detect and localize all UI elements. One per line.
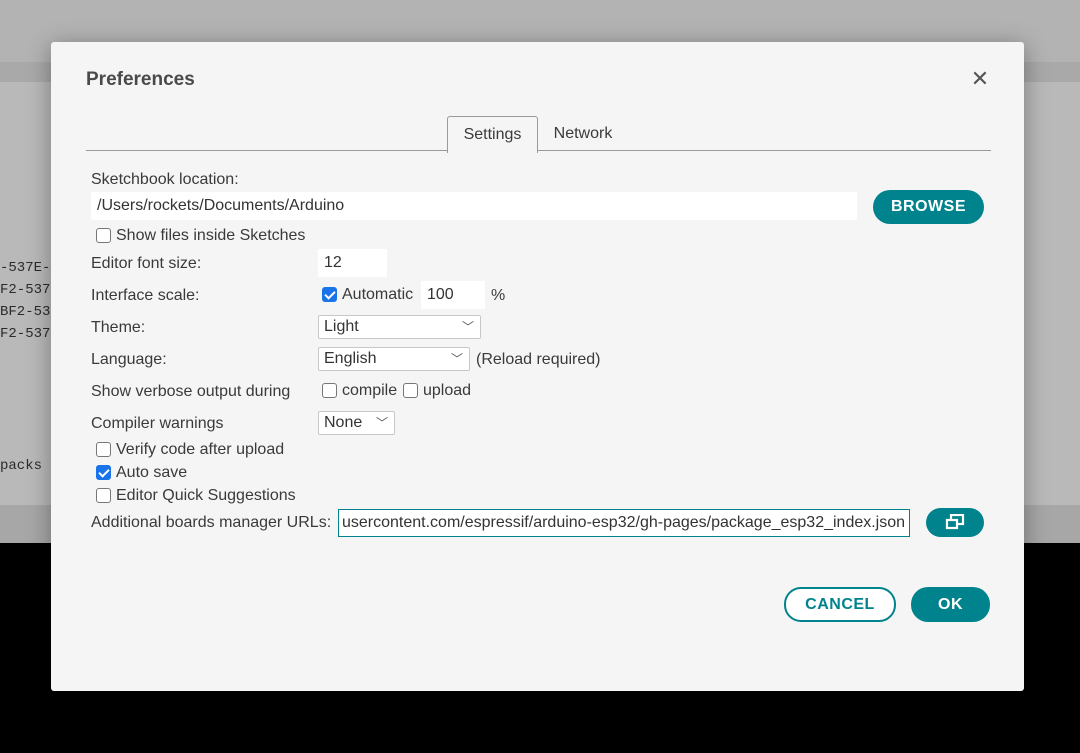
theme-label: Theme: <box>91 319 146 336</box>
chevron-down-icon: ﹀ <box>461 320 474 334</box>
reload-note: (Reload required) <box>476 351 601 368</box>
automatic-scale-label: Automatic <box>342 286 414 303</box>
font-size-input[interactable]: 12 <box>318 249 387 277</box>
interface-scale-label: Interface scale: <box>91 287 200 304</box>
boards-urls-value: usercontent.com/espressif/arduino-esp32/… <box>342 514 906 531</box>
open-window-icon <box>945 513 965 530</box>
language-select-value: English <box>324 350 377 367</box>
auto-save-label: Auto save <box>116 464 188 481</box>
verbose-label: Show verbose output during <box>91 383 291 400</box>
chevron-down-icon: ﹀ <box>450 352 463 366</box>
bg-text-line: F2-537 <box>0 326 51 342</box>
tab-settings[interactable]: Settings <box>447 116 538 153</box>
font-size-label: Editor font size: <box>91 255 202 272</box>
show-files-label: Show files inside Sketches <box>116 227 306 244</box>
bg-text-line: packs <box>0 458 43 474</box>
theme-select-value: Light <box>324 318 359 335</box>
sketchbook-location-input[interactable]: /Users/rockets/Documents/Arduino <box>91 192 857 220</box>
interface-scale-unit: % <box>491 287 506 304</box>
language-select[interactable]: English ﹀ <box>318 347 470 371</box>
verify-code-checkbox[interactable] <box>96 442 111 457</box>
sketchbook-label: Sketchbook location: <box>91 171 239 188</box>
open-window-button[interactable] <box>926 508 984 537</box>
compiler-warnings-select[interactable]: None ﹀ <box>318 411 395 435</box>
verbose-compile-checkbox[interactable] <box>322 383 337 398</box>
language-label: Language: <box>91 351 167 368</box>
tab-divider <box>86 150 991 151</box>
interface-scale-input[interactable]: 100 <box>421 281 485 309</box>
show-files-checkbox[interactable] <box>96 228 111 243</box>
close-icon[interactable]: ✕ <box>969 68 991 90</box>
verbose-compile-label: compile <box>342 382 398 399</box>
verbose-upload-label: upload <box>423 382 472 399</box>
automatic-scale-checkbox[interactable] <box>322 287 337 302</box>
tab-network[interactable]: Network <box>541 116 625 152</box>
bg-text-line: BF2-537 <box>0 304 59 320</box>
verbose-upload-checkbox[interactable] <box>403 383 418 398</box>
compiler-warnings-value: None <box>324 414 363 431</box>
compiler-warnings-label: Compiler warnings <box>91 415 224 432</box>
preferences-dialog: Preferences ✕ Settings Network Sketchboo… <box>51 42 1024 691</box>
auto-save-checkbox[interactable] <box>96 465 111 480</box>
theme-select[interactable]: Light ﹀ <box>318 315 481 339</box>
quick-suggestions-label: Editor Quick Suggestions <box>116 487 296 504</box>
chevron-down-icon: ﹀ <box>375 416 388 430</box>
boards-urls-label: Additional boards manager URLs: <box>91 514 332 531</box>
ok-button[interactable]: OK <box>911 587 990 622</box>
bg-text-line: -537E- <box>0 260 51 276</box>
dialog-title: Preferences <box>86 69 195 90</box>
quick-suggestions-checkbox[interactable] <box>96 488 111 503</box>
verify-code-label: Verify code after upload <box>116 441 285 458</box>
boards-urls-input[interactable]: usercontent.com/espressif/arduino-esp32/… <box>338 509 910 537</box>
cancel-button[interactable]: CANCEL <box>784 587 896 622</box>
bg-text-line: F2-537 <box>0 282 51 298</box>
browse-button[interactable]: BROWSE <box>873 190 984 224</box>
